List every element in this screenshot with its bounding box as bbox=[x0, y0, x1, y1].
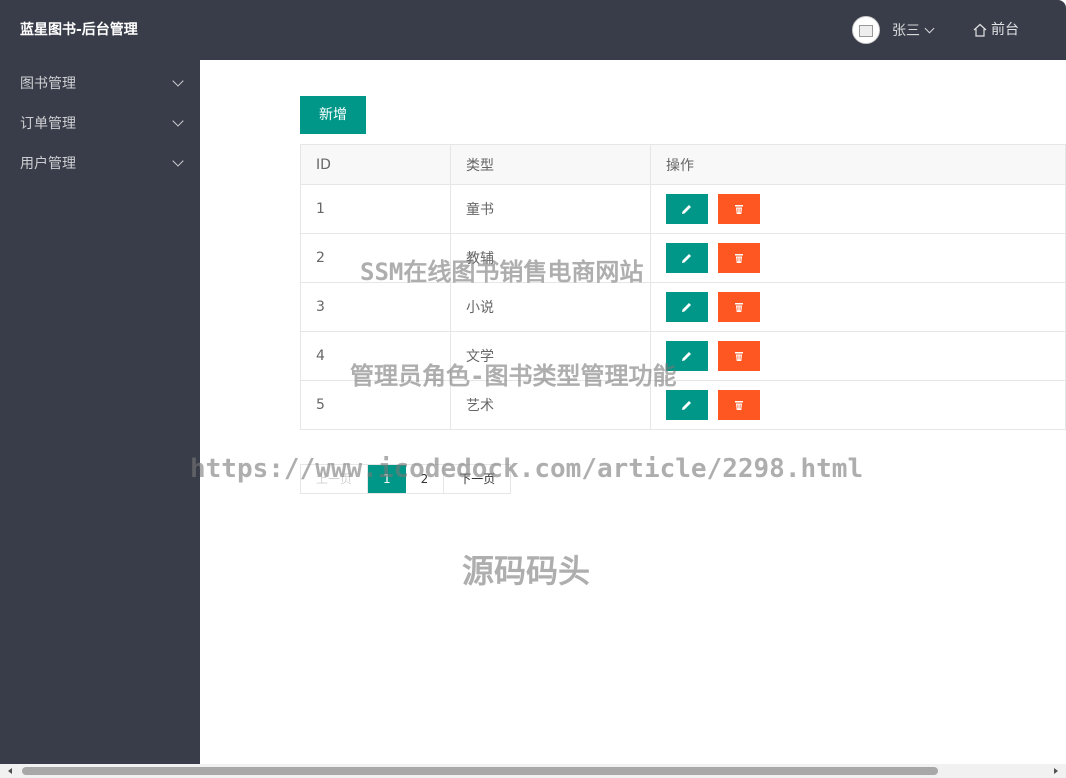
cell-actions bbox=[650, 282, 1066, 332]
table-row: 1 童书 bbox=[300, 184, 1066, 234]
app-title: 蓝星图书-后台管理 bbox=[20, 22, 138, 38]
cell-type: 小说 bbox=[450, 282, 651, 332]
cell-id: 1 bbox=[300, 184, 451, 234]
sidebar-item-label[interactable]: 用户管理 bbox=[20, 156, 76, 172]
delete-button[interactable] bbox=[718, 243, 760, 273]
delete-button[interactable] bbox=[718, 292, 760, 322]
user-avatar[interactable] bbox=[852, 16, 880, 44]
column-header-type: 类型 bbox=[450, 144, 651, 185]
watermark-url: https://www.icodedock.com/article/2298.h… bbox=[190, 454, 864, 484]
sidebar: 图书管理 订单管理 用户管理 bbox=[0, 60, 200, 764]
cell-type: 童书 bbox=[450, 184, 651, 234]
sidebar-item-books[interactable]: 图书管理 bbox=[0, 64, 200, 104]
sidebar-item-orders[interactable]: 订单管理 bbox=[0, 104, 200, 144]
add-button[interactable]: 新增 bbox=[300, 96, 366, 134]
delete-button[interactable] bbox=[718, 194, 760, 224]
sidebar-item-users[interactable]: 用户管理 bbox=[0, 144, 200, 184]
cell-actions bbox=[650, 380, 1066, 430]
chevron-down-icon[interactable] bbox=[172, 155, 184, 167]
top-header: 蓝星图书-后台管理 张三 前台 bbox=[0, 0, 1066, 60]
watermark-text: SSM在线图书销售电商网站 bbox=[360, 258, 644, 286]
column-header-id: ID bbox=[300, 144, 451, 185]
horizontal-scrollbar[interactable] bbox=[0, 764, 1066, 778]
cell-actions bbox=[650, 331, 1066, 381]
scroll-right-icon[interactable] bbox=[1054, 768, 1058, 774]
cell-id: 3 bbox=[300, 282, 451, 332]
user-name[interactable]: 张三 bbox=[892, 20, 920, 40]
sidebar-item-label[interactable]: 订单管理 bbox=[20, 116, 76, 132]
table-row: 3 小说 bbox=[300, 282, 1066, 332]
cell-actions bbox=[650, 184, 1066, 234]
chevron-down-icon[interactable] bbox=[172, 115, 184, 127]
chevron-down-icon[interactable] bbox=[924, 23, 935, 33]
edit-button[interactable] bbox=[666, 194, 708, 224]
delete-button[interactable] bbox=[718, 341, 760, 371]
cell-actions bbox=[650, 233, 1066, 283]
watermark-text: 源码码头 bbox=[462, 552, 591, 590]
front-page-link[interactable]: 前台 bbox=[973, 0, 1019, 60]
watermark-text: 管理员角色-图书类型管理功能 bbox=[350, 362, 677, 390]
main-content: 新增 ID 类型 操作 1 童书 2 教辅 3 小说 4 文学 5 艺术 上一页 1 2 下一页 bbox=[200, 60, 1066, 764]
front-link-label[interactable]: 前台 bbox=[991, 0, 1019, 60]
sidebar-item-label[interactable]: 图书管理 bbox=[20, 76, 76, 92]
table-header-row: ID 类型 操作 bbox=[300, 144, 1066, 185]
edit-button[interactable] bbox=[666, 292, 708, 322]
scrollbar-thumb[interactable] bbox=[22, 767, 938, 775]
edit-button[interactable] bbox=[666, 390, 708, 420]
delete-button[interactable] bbox=[718, 390, 760, 420]
scroll-left-icon[interactable] bbox=[8, 768, 12, 774]
home-icon bbox=[973, 23, 987, 37]
column-header-actions: 操作 bbox=[650, 144, 1066, 185]
chevron-down-icon[interactable] bbox=[172, 75, 184, 87]
edit-button[interactable] bbox=[666, 243, 708, 273]
user-menu[interactable]: 张三 bbox=[852, 15, 935, 45]
